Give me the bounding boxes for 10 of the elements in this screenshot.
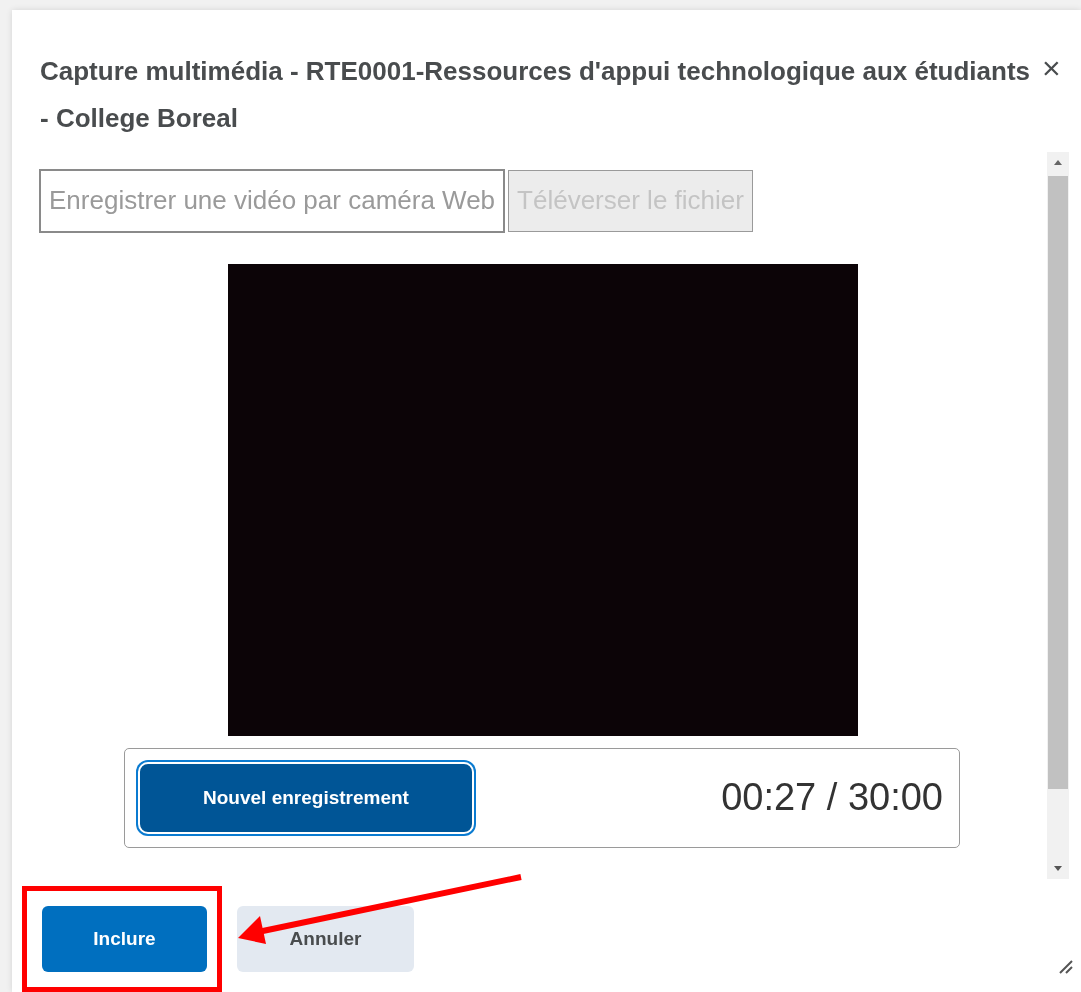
recording-time: 00:27 / 30:00	[721, 776, 943, 820]
resize-grip-icon[interactable]	[1057, 958, 1073, 974]
close-button[interactable]: ×	[1042, 48, 1061, 88]
new-recording-button[interactable]: Nouvel enregistrement	[138, 761, 474, 834]
scroll-thumb[interactable]	[1048, 175, 1068, 789]
include-button[interactable]: Inclure	[42, 906, 207, 972]
cancel-button[interactable]: Annuler	[237, 906, 414, 972]
scrollbar[interactable]	[1047, 151, 1069, 879]
scroll-down-icon[interactable]	[1053, 865, 1063, 873]
dialog-title: Capture multimédia - RTE0001-Ressources d'appui technologique aux étudiants - College Boreal	[40, 55, 1032, 135]
